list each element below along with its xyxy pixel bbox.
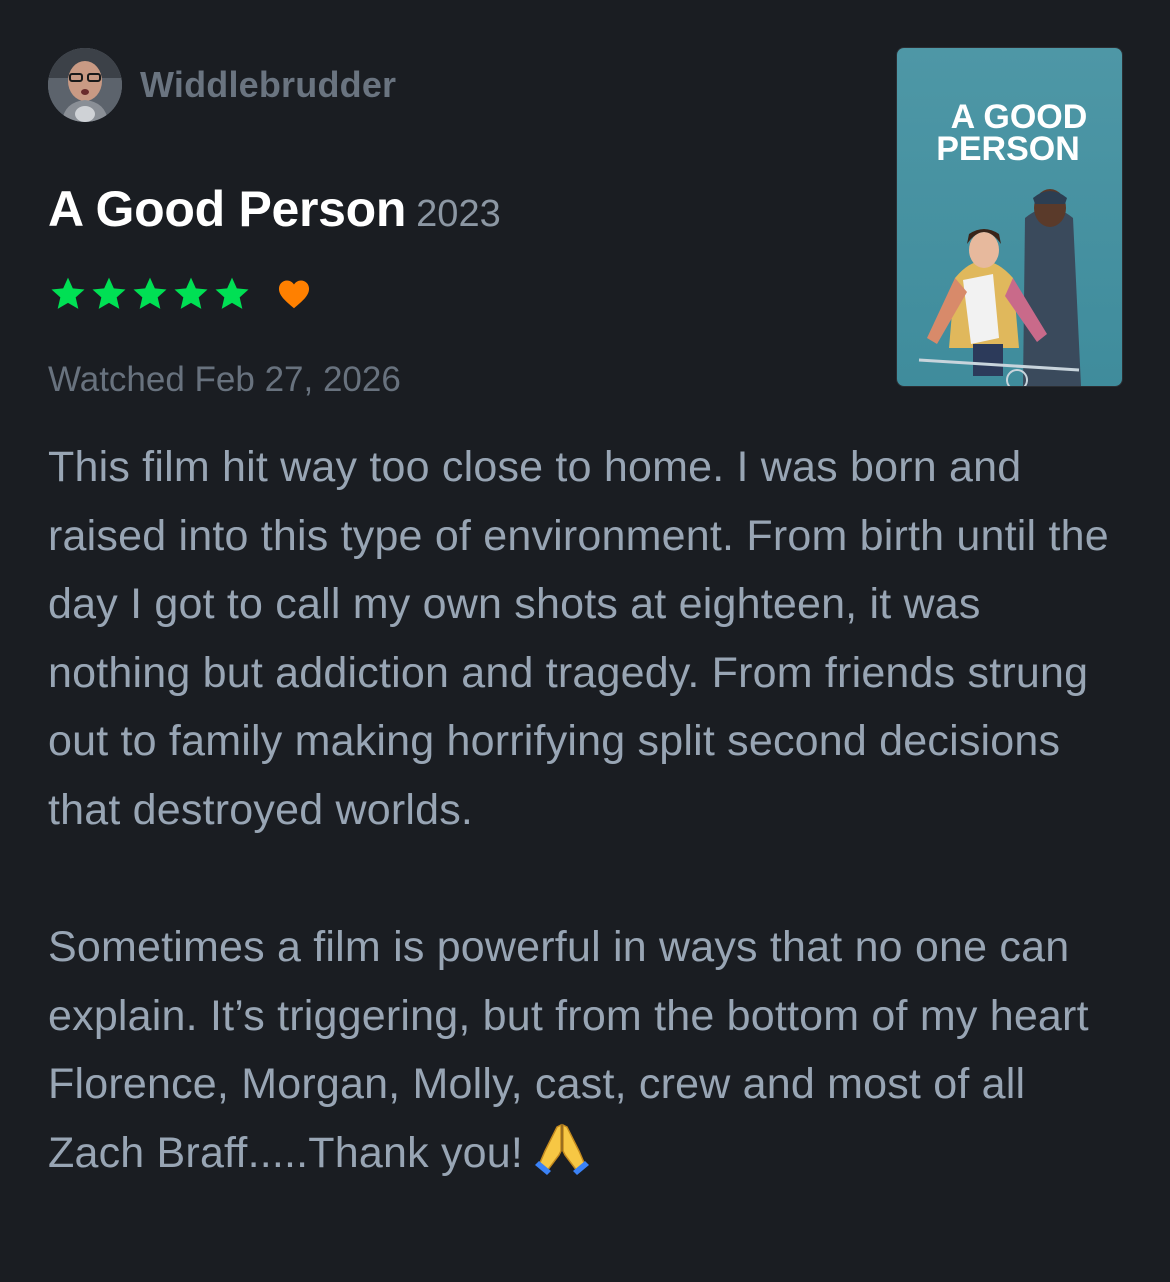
star-icon: [51, 277, 85, 309]
star-icon: [133, 277, 167, 309]
folded-hands-icon: [533, 1121, 591, 1196]
reviewer-link[interactable]: Widdlebrudder: [48, 48, 396, 122]
review-paragraph-1: This film hit way too close to home. I w…: [48, 443, 1109, 834]
rating-row: [48, 274, 313, 314]
watched-date: Watched Feb 27, 2026: [48, 360, 401, 399]
review-paragraph-2: Sometimes a film is powerful in ways tha…: [48, 913, 1128, 1195]
star-icon: [92, 277, 126, 309]
star-icon: [215, 277, 249, 309]
film-heading: A Good Person 2023: [48, 180, 501, 238]
reviewer-name[interactable]: Widdlebrudder: [140, 64, 396, 106]
review-body: This film hit way too close to home. I w…: [48, 433, 1128, 1196]
film-year[interactable]: 2023: [416, 193, 501, 235]
film-title[interactable]: A Good Person: [48, 181, 406, 237]
heart-icon: [278, 280, 310, 309]
star-rating: [48, 274, 253, 314]
avatar[interactable]: [48, 48, 122, 122]
review-card: Widdlebrudder A GOOD PERSON A Good Perso…: [0, 0, 1170, 1282]
film-poster[interactable]: A GOOD PERSON: [897, 48, 1122, 386]
star-icon: [174, 277, 208, 309]
poster-title-line2: PERSON: [936, 130, 1080, 168]
